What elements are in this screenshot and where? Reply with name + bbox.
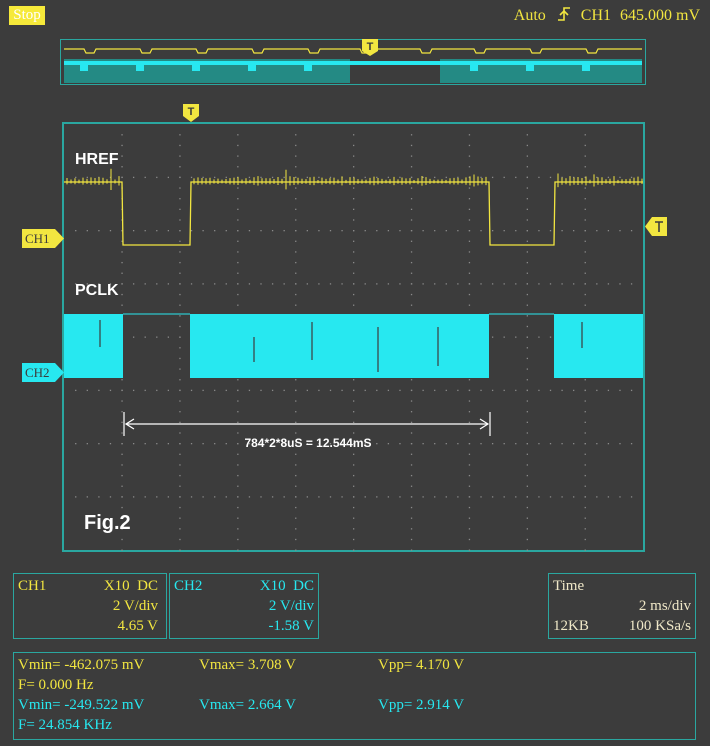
svg-text:CH2: CH2 bbox=[25, 365, 50, 380]
run-stop-button[interactable]: Stop bbox=[9, 6, 45, 25]
ch2-vmin: Vmin= -249.522 mV bbox=[18, 697, 145, 713]
svg-text:T: T bbox=[188, 106, 195, 118]
memory-depth: 12KB bbox=[553, 618, 589, 634]
ch2-probe-coupling: X10 DC bbox=[259, 578, 314, 594]
pclk-label: PCLK bbox=[75, 282, 119, 299]
sample-rate: 100 KSa/s bbox=[628, 618, 691, 634]
ch2-settings-panel[interactable]: CH2 X10 DC 2 V/div -1.58 V bbox=[169, 573, 319, 639]
ch1-vmax: Vmax= 3.708 V bbox=[199, 657, 296, 673]
ch1-probe-coupling: X10 DC bbox=[103, 578, 158, 594]
trigger-level-marker[interactable] bbox=[645, 217, 667, 236]
ch1-offset: 4.65 V bbox=[117, 618, 158, 634]
ch2-frequency: F= 24.854 KHz bbox=[18, 717, 112, 733]
ch1-vpp: Vpp= 4.170 V bbox=[378, 657, 465, 673]
trigger-position-marker[interactable]: T bbox=[183, 104, 199, 122]
ch1-volts-per-div: 2 V/div bbox=[112, 598, 158, 614]
timebase-panel[interactable]: Time 2 ms/div 12KB 100 KSa/s bbox=[548, 573, 696, 639]
ch1-panel-title: CH1 bbox=[18, 578, 47, 594]
rising-edge-icon bbox=[557, 7, 570, 21]
ch2-offset: -1.58 V bbox=[268, 618, 314, 634]
ch2-volts-per-div: 2 V/div bbox=[268, 598, 314, 614]
ch1-vmin: Vmin= -462.075 mV bbox=[18, 657, 145, 673]
ch2-panel-title: CH2 bbox=[174, 578, 203, 594]
measurement-annotation: 784*2*8uS = 12.544mS bbox=[244, 436, 371, 450]
trigger-source: CH1 bbox=[580, 7, 611, 24]
ch1-settings-panel[interactable]: CH1 X10 DC 2 V/div 4.65 V bbox=[13, 573, 167, 639]
ch1-frequency: F= 0.000 Hz bbox=[18, 677, 94, 693]
trigger-mode: Auto bbox=[513, 7, 546, 24]
ch2-marker[interactable]: CH2 bbox=[22, 363, 64, 382]
href-label: HREF bbox=[75, 151, 119, 168]
svg-text:CH1: CH1 bbox=[25, 231, 50, 246]
memory-overview[interactable]: T bbox=[60, 39, 646, 85]
ch1-marker[interactable]: CH1 bbox=[22, 229, 64, 248]
waveform-screen[interactable]: HREF PCLK 784*2*8uS = 12.544mS Fig.2 bbox=[62, 122, 645, 552]
trigger-readout[interactable]: Auto CH1 645.000 mV bbox=[509, 6, 700, 26]
ch2-vmax: Vmax= 2.664 V bbox=[199, 697, 296, 713]
overview-trigger-marker[interactable]: T bbox=[367, 41, 374, 53]
time-per-div: 2 ms/div bbox=[638, 598, 691, 614]
measurements-panel: Vmin= -462.075 mV Vmax= 3.708 V Vpp= 4.1… bbox=[13, 652, 696, 740]
ch2-vpp: Vpp= 2.914 V bbox=[378, 697, 465, 713]
figure-label: Fig.2 bbox=[84, 512, 131, 534]
timebase-title: Time bbox=[553, 578, 585, 594]
trigger-level: 645.000 mV bbox=[620, 7, 700, 24]
